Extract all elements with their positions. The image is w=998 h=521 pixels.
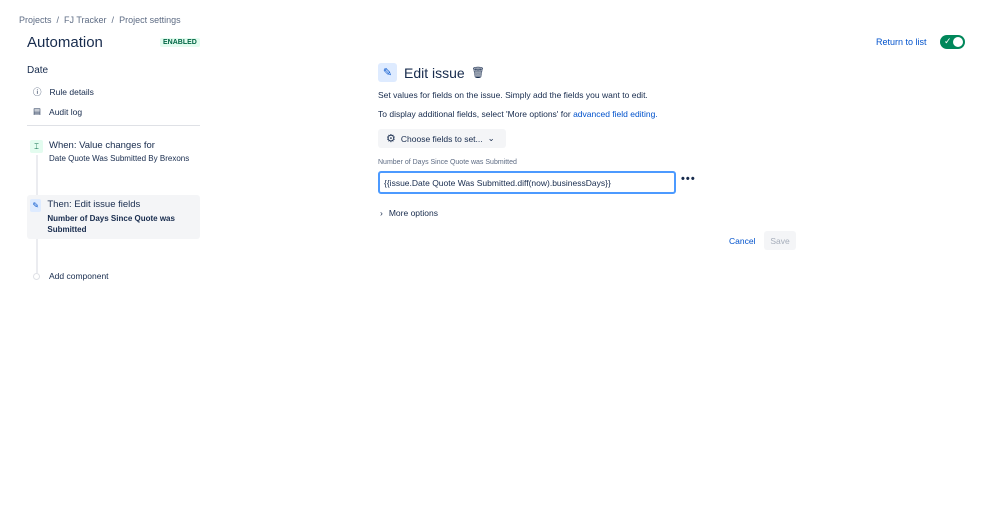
save-button[interactable]: Save [764,231,796,250]
add-component-label: Add component [49,271,109,281]
step-action[interactable]: ✎ Then: Edit issue fields Number of Days… [30,199,195,235]
sidebar-item-audit-log[interactable]: ▤ Audit log [33,106,82,117]
trigger-icon: ⌶ [30,140,43,153]
rule-name: Date [27,65,49,76]
step-subtitle: Date Quote Was Submitted By Brexons [49,154,190,163]
info-icon: ⓘ [33,87,42,97]
document-icon: ▤ [33,106,42,116]
choose-fields-button[interactable]: ⚙ Choose fields to set... ⌄ [378,129,506,148]
pencil-icon: ✎ [30,199,42,212]
status-badge: ENABLED [160,38,200,47]
description-2: To display additional fields, select 'Mo… [378,109,658,119]
step-subtitle: Number of Days Since Quote was Submitted [47,214,175,234]
crumb-project-settings[interactable]: Project settings [119,15,181,25]
crumb-sep: / [111,15,115,25]
more-options-toggle[interactable]: › More options [380,208,438,218]
field-label: Number of Days Since Quote was Submitted [378,159,517,166]
step-title: When: Value changes for [49,140,155,151]
chevron-down-icon: ⌄ [487,133,495,143]
step-title: Then: Edit issue fields [47,199,141,210]
enabled-toggle[interactable]: ✓ [940,35,965,49]
more-actions-icon[interactable]: • • • [681,173,695,185]
crumb-fj-tracker[interactable]: FJ Tracker [64,15,107,25]
divider [27,125,200,126]
breadcrumb: Projects / FJ Tracker / Project settings [19,15,181,25]
description: Set values for fields on the issue. Simp… [378,90,648,100]
advanced-field-editing-link[interactable]: advanced field editing. [573,109,658,119]
check-icon: ✓ [944,36,952,46]
return-to-list-link[interactable]: Return to list [876,37,927,47]
panel-title: Edit issue [404,65,465,81]
gear-icon: ⚙ [386,133,396,145]
cancel-button[interactable]: Cancel [729,236,755,246]
page-title: Automation [27,34,103,51]
sidebar-item-rule-details[interactable]: ⓘ Rule details [33,86,94,98]
step-trigger[interactable]: ⌶ When: Value changes for Date Quote Was… [30,140,189,163]
add-dot-icon [33,272,40,280]
crumb-sep: / [56,15,60,25]
days-since-quote-input[interactable] [378,171,676,194]
crumb-projects[interactable]: Projects [19,15,52,25]
chevron-right-icon: › [380,208,383,218]
trash-icon[interactable]: 🗑 [471,66,485,79]
add-component-button[interactable]: Add component [33,271,109,281]
pencil-icon: ✎ [378,63,397,82]
